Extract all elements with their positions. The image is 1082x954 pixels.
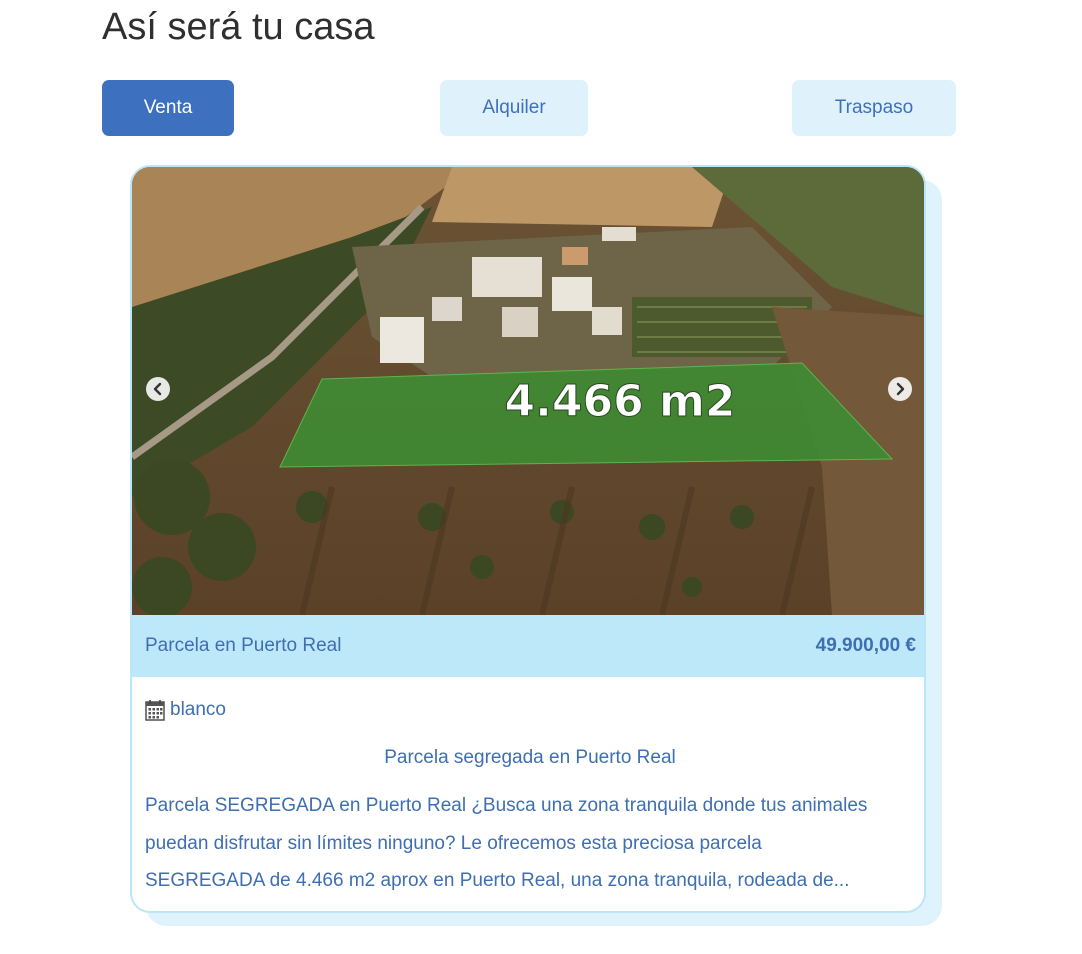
tab-traspaso[interactable]: Traspaso — [792, 80, 956, 136]
page-title: Así será tu casa — [102, 6, 375, 48]
page: Así será tu casa Venta Alquiler Traspaso — [0, 0, 1082, 954]
listing-meta: blanco — [145, 699, 226, 721]
description-line: SEGREGADA de 4.466 m2 aprox en Puerto Re… — [145, 870, 850, 891]
listing-title[interactable]: Parcela en Puerto Real — [145, 615, 341, 677]
description-line: puedan disfrutar sin límites ninguno? Le… — [145, 832, 762, 854]
tab-venta[interactable]: Venta — [102, 80, 234, 136]
listing-info-bar: Parcela en Puerto Real 49.900,00 € — [132, 615, 924, 677]
description-line: Parcela SEGREGADA en Puerto Real ¿Busca … — [145, 795, 868, 816]
chevron-right-icon — [896, 382, 905, 396]
tab-alquiler[interactable]: Alquiler — [440, 80, 588, 136]
listing-description: Parcela SEGREGADA en Puerto Real ¿Busca … — [145, 787, 915, 900]
calendar-icon — [145, 700, 165, 721]
carousel-prev-button[interactable] — [146, 377, 170, 401]
listing-headline[interactable]: Parcela segregada en Puerto Real — [132, 747, 924, 769]
listing-card[interactable]: 4.466 m2 Parcela en Puerto Real 49.900,0… — [130, 165, 926, 913]
chevron-left-icon — [153, 382, 162, 396]
listing-price: 49.900,00 € — [815, 635, 916, 656]
meta-text: blanco — [170, 699, 226, 720]
image-overlay-text: 4.466 m2 — [505, 376, 736, 427]
carousel-next-button[interactable] — [888, 377, 912, 401]
listing-photo: 4.466 m2 — [132, 167, 924, 615]
